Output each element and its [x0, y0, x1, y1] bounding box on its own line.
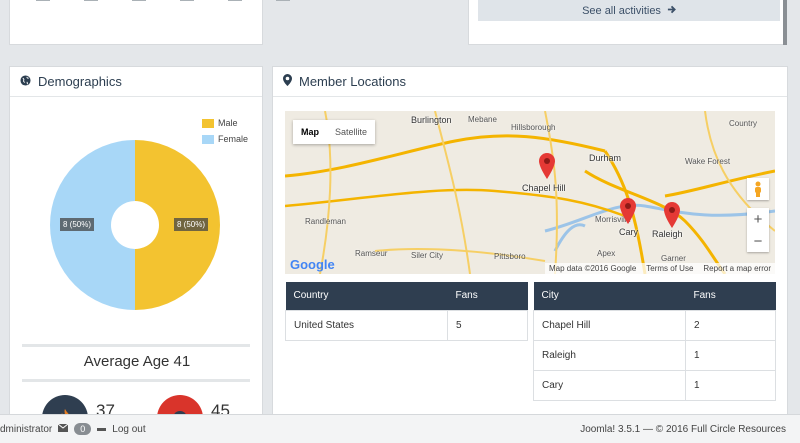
map-label-mebane: Mebane: [468, 115, 497, 124]
axis-tick: [132, 0, 146, 1]
map-label-raleigh: Raleigh: [652, 229, 683, 239]
messages-count-badge[interactable]: 0: [74, 423, 92, 435]
axis-ticks: [36, 0, 290, 1]
arrow-right-icon: [667, 5, 676, 17]
member-locations-header: Member Locations: [273, 67, 787, 97]
pie-data-label-male: 8 (50%): [174, 218, 209, 231]
table-row: Cary 1: [533, 369, 776, 401]
logout-link[interactable]: Log out: [112, 424, 145, 435]
legend-swatch-male: [201, 118, 214, 128]
map-pin-icon[interactable]: [664, 202, 680, 228]
member-locations-panel: Member Locations Burlington Mebane Hills…: [272, 66, 788, 426]
map-label-ramseur: Ramseur: [355, 249, 388, 258]
map-label-garner: Garner: [661, 254, 686, 263]
axis-tick: [84, 0, 98, 1]
map-label-pittsboro: Pittsboro: [494, 252, 526, 261]
map-label-chapel-hill: Chapel Hill: [522, 183, 566, 193]
activity-chart-panel: [9, 0, 290, 45]
legend-label-female: Female: [217, 134, 248, 144]
map-pin-icon[interactable]: [620, 198, 636, 224]
zoom-out-button[interactable]: −: [747, 230, 769, 252]
city-fans-table: City Fans Chapel Hill 2 Raleigh 1 Cary 1: [533, 282, 776, 401]
map-label-hillsborough: Hillsborough: [511, 123, 556, 132]
see-all-activities-button[interactable]: See all activities: [478, 0, 780, 21]
cell-city: Cary: [533, 369, 686, 401]
cell-city: Raleigh: [533, 339, 686, 371]
table-row: Chapel Hill 2: [533, 309, 776, 341]
cell-fans: 1: [685, 339, 776, 371]
scrollbar[interactable]: [783, 0, 787, 45]
legend-item-male[interactable]: Male: [201, 118, 248, 128]
map-footer: Map data ©2016 Google Terms of Use Repor…: [544, 263, 775, 274]
average-age: Average Age 41: [83, 353, 191, 370]
copyright: — © 2016 Full Circle Resources: [643, 423, 786, 435]
column-header-country[interactable]: Country: [285, 282, 448, 310]
cell-city: Chapel Hill: [533, 309, 686, 341]
map-marker-icon: [283, 74, 292, 89]
street-view-pegman-icon[interactable]: [747, 178, 769, 200]
map-label-durham: Durham: [589, 153, 622, 163]
username[interactable]: dministrator: [0, 424, 52, 435]
panel-title: Member Locations: [299, 74, 406, 89]
google-logo: Google: [290, 257, 335, 272]
panel-title: Demographics: [38, 74, 122, 89]
pie-center-hole: [111, 201, 159, 249]
axis-tick: [180, 0, 194, 1]
cell-country: United States: [285, 309, 448, 341]
map-pin-icon[interactable]: [539, 153, 555, 179]
demographics-panel: Demographics Male Female 8 (50%) 8 (50%)…: [9, 66, 263, 441]
map-label-wake-forest: Wake Forest: [685, 157, 731, 166]
member-map[interactable]: Burlington Mebane Hillsborough Durham Co…: [285, 111, 775, 274]
google-logo-text: Google: [290, 257, 335, 272]
map-label-country: Country: [729, 119, 758, 128]
table-row: Raleigh 1: [533, 339, 776, 371]
status-bar: dministrator 0 Log out Joomla! 3.5.1 — ©…: [0, 414, 800, 443]
axis-tick: [228, 0, 242, 1]
table-row: United States 5: [285, 309, 528, 341]
map-type-map-button[interactable]: Map: [293, 120, 327, 144]
globe-icon: [20, 74, 31, 89]
status-right: Joomla! 3.5.1 — © 2016 Full Circle Resou…: [580, 424, 800, 435]
map-type-satellite-button[interactable]: Satellite: [327, 120, 375, 144]
divider: [22, 344, 250, 347]
map-controls: + −: [747, 178, 769, 252]
zoom-in-button[interactable]: +: [747, 208, 769, 230]
cell-fans: 1: [685, 369, 776, 401]
envelope-icon[interactable]: [57, 423, 69, 435]
axis-tick: [36, 0, 50, 1]
map-label-cary: Cary: [619, 227, 639, 237]
cell-fans: 5: [447, 309, 528, 341]
minus-icon: [97, 424, 107, 435]
zoom-control: + −: [747, 208, 769, 252]
report-map-error-link[interactable]: Report a map error: [703, 264, 771, 273]
table-header-row: Country Fans: [285, 282, 528, 310]
map-label-siler-city: Siler City: [411, 251, 444, 260]
map-label-apex: Apex: [597, 249, 616, 258]
divider: [22, 379, 250, 382]
map-type-control: Map Satellite: [293, 120, 376, 144]
axis-tick: [276, 0, 290, 1]
pie-data-label-female: 8 (50%): [60, 218, 95, 231]
map-label-burlington: Burlington: [411, 115, 452, 125]
status-left: dministrator 0 Log out: [0, 423, 146, 435]
cell-fans: 2: [685, 309, 776, 341]
column-header-city[interactable]: City: [533, 282, 686, 310]
column-header-fans[interactable]: Fans: [685, 282, 776, 310]
country-fans-table: Country Fans United States 5: [285, 282, 528, 341]
demographics-header: Demographics: [10, 67, 262, 97]
see-all-label: See all activities: [582, 4, 661, 17]
activities-panel: See all activities: [468, 0, 784, 45]
column-header-fans[interactable]: Fans: [447, 282, 528, 310]
map-label-randleman: Randleman: [305, 217, 346, 226]
terms-of-use-link[interactable]: Terms of Use: [646, 264, 693, 273]
version-link[interactable]: Joomla! 3.5.1: [580, 424, 640, 435]
map-data-attribution: Map data ©2016 Google: [548, 264, 637, 273]
table-header-row: City Fans: [533, 282, 776, 310]
legend-label-male: Male: [217, 118, 238, 128]
